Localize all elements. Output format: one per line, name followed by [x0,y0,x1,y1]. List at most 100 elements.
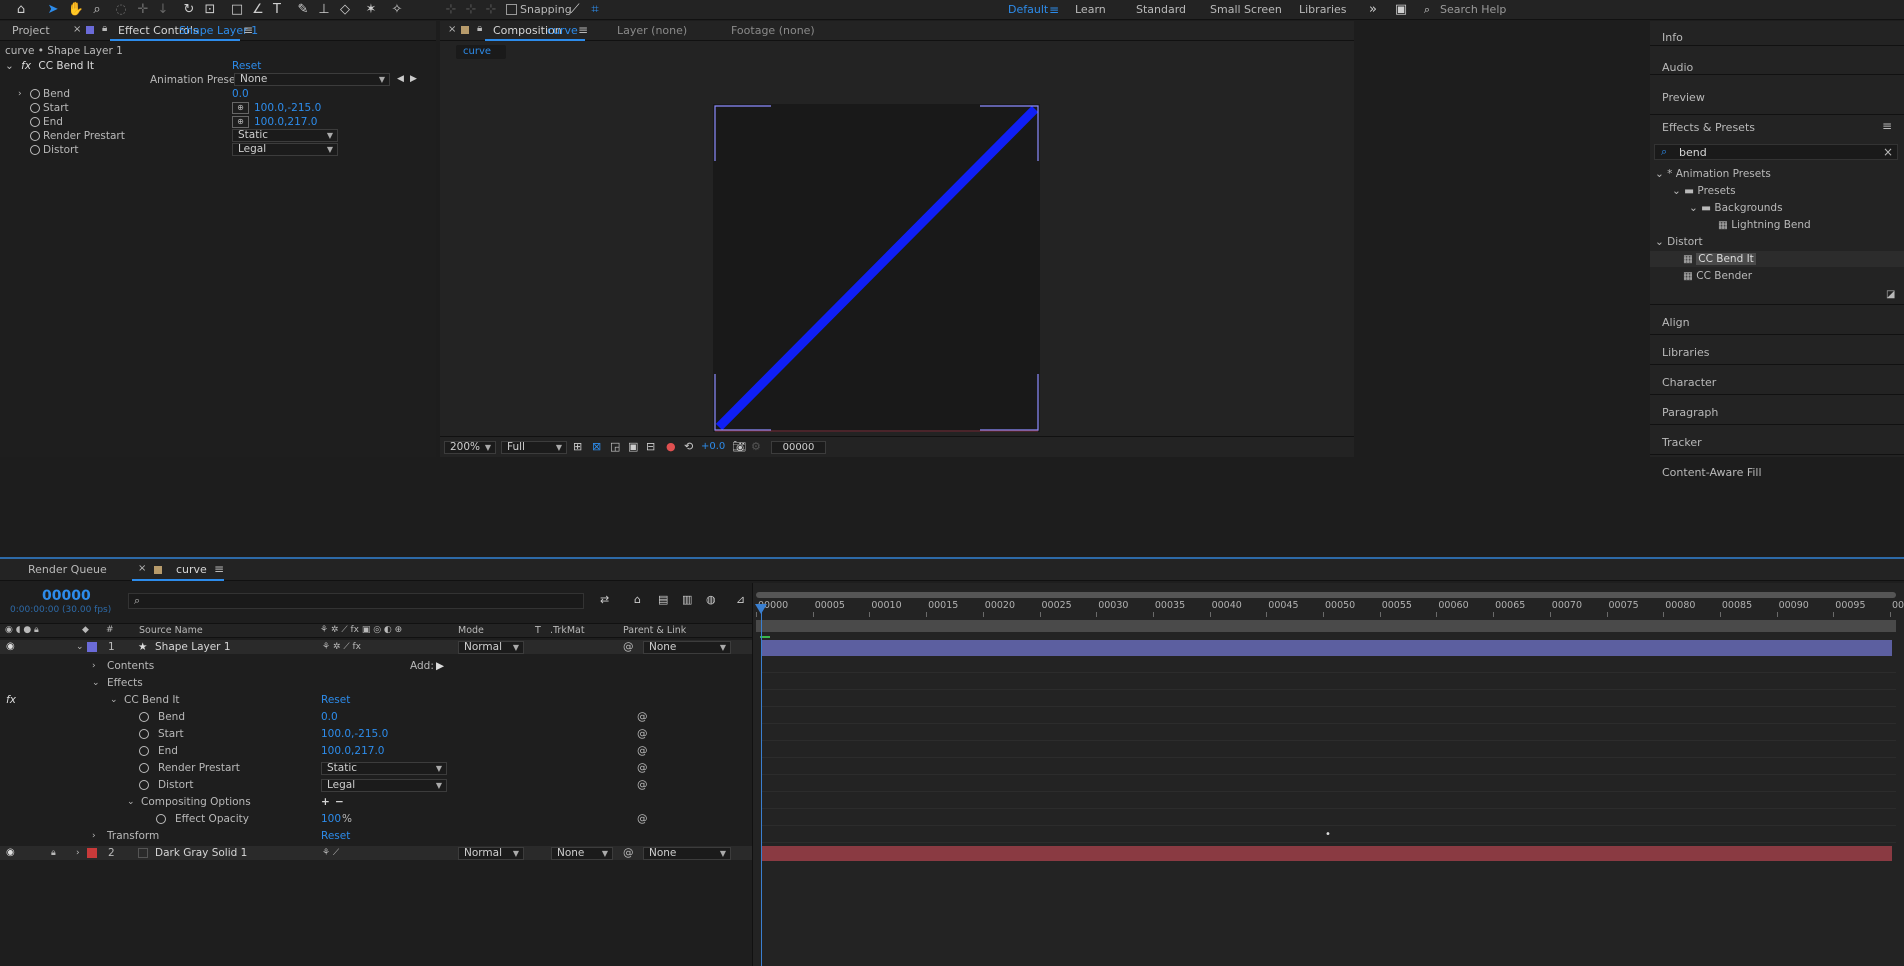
effects-search-input[interactable]: ⌕ bend × [1654,144,1898,160]
puppet-tool-icon[interactable]: ✧ [388,2,406,18]
row-bend[interactable]: Bend 0.0 @ [0,710,752,724]
sidebar-item-content-aware-fill[interactable]: Content-Aware Fill [1662,466,1762,479]
chevron-down-icon[interactable]: ⌄ [5,60,14,72]
comp-mini-flowchart-icon[interactable]: ⇄ [600,593,609,606]
zoom-tool-icon[interactable]: ⌕ [88,2,106,18]
chevron-right-icon[interactable]: › [92,659,96,673]
pick-whip-icon[interactable]: @ [637,710,648,724]
sidebar-item-character[interactable]: Character [1662,376,1716,389]
sidebar-item-align[interactable]: Align [1662,316,1690,329]
timeline-search-input[interactable]: ⌕ [128,593,584,609]
stopwatch-icon[interactable] [139,729,149,739]
render-prestart-dropdown[interactable]: Static ▼ [232,129,338,142]
chevron-down-icon[interactable]: ⌄ [110,693,118,707]
pick-whip-icon[interactable]: @ [637,761,648,775]
brush-tool-icon[interactable]: ✎ [294,2,312,18]
distort-dropdown[interactable]: Legal ▼ [321,779,447,792]
orbit-tool-icon[interactable]: ◌ [112,2,130,18]
layer-label-swatch[interactable] [87,848,97,858]
row-start[interactable]: Start 100.0,-215.0 @ [0,727,752,741]
start-value[interactable]: 100.0,-215.0 [321,727,388,741]
clear-search-icon[interactable]: × [1883,145,1893,159]
crosshair-icon[interactable]: ⊕ [232,116,249,128]
sidebar-item-paragraph[interactable]: Paragraph [1662,406,1718,419]
snap-feature-icon[interactable]: ⌗ [586,2,604,18]
work-area-bar[interactable] [756,620,1896,632]
layer2-parent-dropdown[interactable]: None ▼ [643,847,731,860]
table-row-layer-1[interactable]: ◉ ⌄ 1 ★ Shape Layer 1 ⚘ ✲ ⟋ fx Normal ▼ @… [0,640,752,654]
show-snapshot-icon[interactable]: ⚙ [751,440,761,453]
add-mask-icon[interactable]: + [321,795,330,809]
layer-switches-icons[interactable]: ⚘ ⟋ [322,846,339,860]
layer1-mode-dropdown[interactable]: Normal ▼ [458,641,524,654]
home-icon[interactable]: ⌂ [12,2,30,18]
layer2-mode-dropdown[interactable]: Normal ▼ [458,847,524,860]
mode-header[interactable]: Mode [458,625,484,636]
composition-canvas[interactable] [713,104,1040,432]
rectangle-tool-icon[interactable]: □ [228,2,246,18]
end-value[interactable]: 100.0,217.0 [254,115,317,129]
pick-whip-icon[interactable]: @ [637,744,648,758]
stopwatch-icon[interactable] [139,763,149,773]
row-end[interactable]: End 100.0,217.0 @ [0,744,752,758]
trkmat-header[interactable]: .TrkMat [550,625,585,636]
tab-curve[interactable]: curve [176,563,207,576]
layer-label-swatch[interactable] [87,642,97,652]
region-of-interest-icon[interactable]: ▣ [628,440,638,453]
color-management-icon[interactable]: ⟲ [684,440,693,453]
layer1-duration-bar[interactable] [762,640,1892,656]
graph-editor-icon[interactable]: ⊿ [736,593,745,606]
workspace-libraries[interactable]: Libraries [1299,3,1347,16]
zoom-dropdown[interactable]: 200% ▼ [444,441,496,454]
render-prestart-dropdown[interactable]: Static ▼ [321,762,447,775]
clone-stamp-tool-icon[interactable]: ⊥ [315,2,333,18]
exposure-value[interactable]: +0.0 [701,441,725,452]
row-transform[interactable]: › Transform Reset [0,829,752,843]
pick-whip-icon[interactable]: @ [637,812,648,826]
lock-icon[interactable]: 🔒︎ [51,846,56,860]
bend-expand-icon[interactable]: › [18,87,22,101]
workspace-small-screen[interactable]: Small Screen [1210,3,1282,16]
sidebar-item-preview[interactable]: Preview [1662,91,1705,104]
row-cc-bend-it[interactable]: fx ⌄ CC Bend It Reset [0,693,752,707]
row-effect-opacity[interactable]: Effect Opacity 100 % @ [0,812,752,826]
layer1-parent-dropdown[interactable]: None ▼ [643,641,731,654]
row-render-prestart[interactable]: Render Prestart Static ▼ @ [0,761,752,775]
stopwatch-icon[interactable] [30,117,40,127]
eye-icon[interactable]: ◉ [6,640,15,654]
mask-visibility-icon[interactable]: ◲ [610,440,620,453]
parent-link-header[interactable]: Parent & Link [623,625,686,636]
sidebar-item-info[interactable]: Info [1662,31,1683,44]
chevron-down-icon[interactable]: ⌄ [76,640,84,654]
workspace-default[interactable]: Default [1008,3,1048,16]
sidebar-item-audio[interactable]: Audio [1662,61,1693,74]
layer-name[interactable]: Dark Gray Solid 1 [155,846,247,860]
lock-icon[interactable]: 🔒︎ [477,23,482,34]
layer-switches-icons[interactable]: ⚘ ✲ ⟋ fx [322,640,361,654]
tree-item-presets[interactable]: ⌄ ▬ Presets [1672,184,1736,198]
stopwatch-icon[interactable] [30,131,40,141]
crosshair-icon[interactable]: ⊕ [232,102,249,114]
effect-reset-link[interactable]: Reset [232,59,261,73]
workspace-icon[interactable]: ▣ [1392,2,1410,18]
snap-options-icon[interactable]: ⟋ [566,2,584,18]
next-preset-icon[interactable]: ▶ [410,74,417,84]
row-effects[interactable]: ⌄ Effects [0,676,752,690]
dolly-tool-icon[interactable]: ↓ [154,2,172,18]
tree-item-cc-bend-it[interactable]: ▦ CC Bend It [1683,252,1756,266]
axis-local-icon[interactable]: ⊹ [442,2,460,18]
snapshot-icon[interactable]: 📷︎ [732,440,746,453]
type-tool-icon[interactable]: T [268,2,286,18]
work-area-navigator[interactable] [756,592,1896,598]
tree-item-animation-presets[interactable]: ⌄ * Animation Presets [1655,167,1771,181]
workspace-learn[interactable]: Learn [1075,3,1106,16]
tree-item-lightning-bend[interactable]: ▦ Lightning Bend [1718,218,1811,232]
row-distort[interactable]: Distort Legal ▼ @ [0,778,752,792]
tree-item-backgrounds[interactable]: ⌄ ▬ Backgrounds [1689,201,1783,215]
pick-whip-icon[interactable]: @ [637,778,648,792]
pan-tool-icon[interactable]: ✛ [134,2,152,18]
layer2-duration-bar[interactable] [762,846,1892,861]
rotate-tool-icon[interactable]: ↻ [180,2,198,18]
table-row-layer-2[interactable]: ◉ 🔒︎ › 2 Dark Gray Solid 1 ⚘ ⟋ Normal ▼ N… [0,846,752,860]
pick-whip-icon[interactable]: @ [623,846,634,860]
